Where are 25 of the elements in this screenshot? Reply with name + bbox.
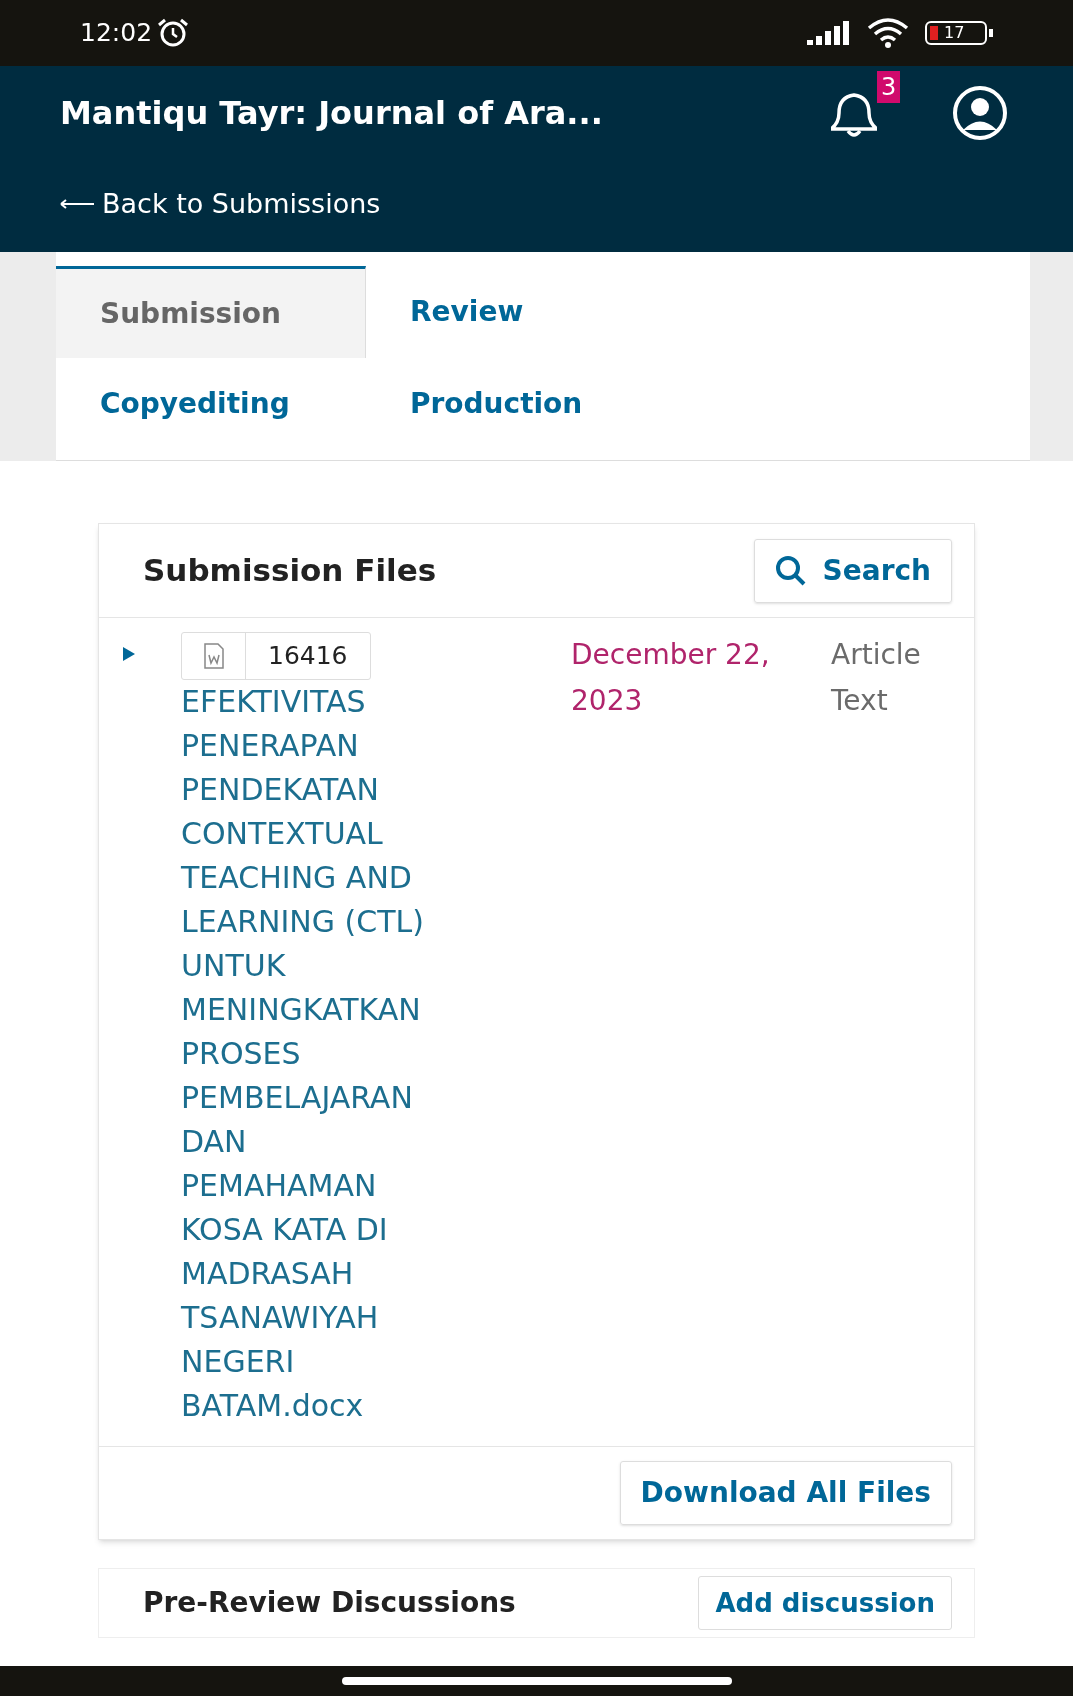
file-date: December 22, 2023 (571, 637, 771, 719)
battery-charge-bar (930, 26, 938, 40)
back-link[interactable]: Back to Submissions (60, 184, 381, 225)
wifi-icon (867, 18, 909, 48)
search-icon (774, 554, 807, 587)
tab[interactable]: Copyediting (56, 358, 366, 450)
battery-tip (989, 29, 993, 37)
panel-title: Pre-Review Discussions (143, 1585, 516, 1621)
add-discussion-button[interactable]: Add discussion (698, 1576, 952, 1630)
search-button[interactable]: Search (753, 538, 952, 603)
status-time: 12:02 (80, 17, 153, 50)
back-arrow-icon (60, 199, 94, 210)
file-name-link[interactable]: EFEKTIVITAS PENERAPAN PENDEKATAN CONTEXTUAL TEACHING AND LEARNING (CTL) UNTUK MENINGKATKAN PROSES PEMBELAJARAN DAN PEMAHAMAN KOSA KATA DI MADRASAH TSANAWIYAH NEGERI BATAM.docx (181, 680, 445, 1428)
alarm-icon (156, 18, 191, 48)
expand-arrow-icon[interactable] (121, 646, 137, 662)
tab[interactable]: Submission (56, 266, 366, 358)
download-all-button[interactable]: Download All Files (619, 1461, 952, 1525)
tab[interactable]: Review (366, 266, 1030, 358)
tab[interactable]: Production (366, 358, 1030, 450)
file-type: Article Text (831, 637, 922, 719)
journal-title: Mantiqu Tayr: Journal of Ara... (60, 93, 603, 134)
panel-title: Submission Files (143, 551, 437, 591)
battery-level: 17 (944, 25, 965, 41)
file-id: 16416 (267, 640, 349, 673)
notification-badge: 3 (877, 71, 901, 103)
